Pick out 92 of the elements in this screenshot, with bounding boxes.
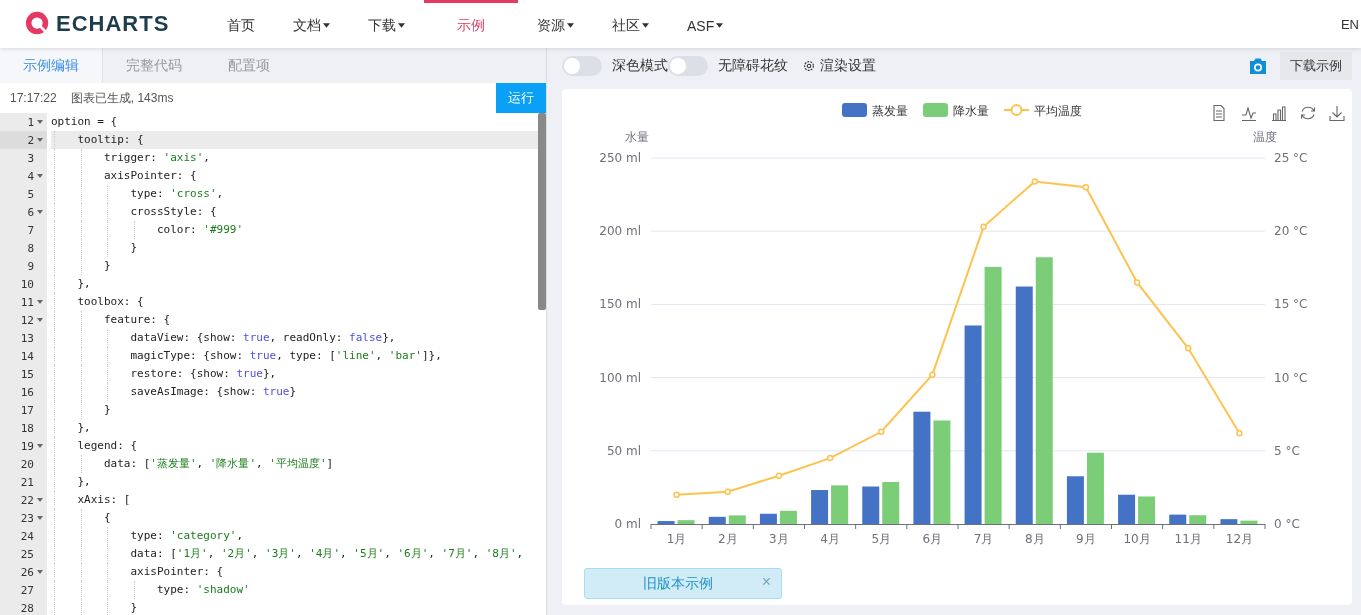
- code-line: },: [76, 277, 91, 290]
- code-line: data: ['1月', '2月', '3月', '4月', '5月', '6月', '7月', '8月',: [129, 547, 524, 560]
- line-number: 11: [20, 295, 34, 309]
- code-line: color: '#999': [155, 223, 244, 236]
- toggle-label: 深色模式: [612, 56, 668, 75]
- x-axis-label: 11月: [1174, 532, 1202, 546]
- code-line: {: [102, 511, 111, 524]
- legend-label: 降水量: [953, 104, 989, 118]
- line-number: 17: [20, 403, 34, 417]
- line-number: 21: [20, 475, 34, 489]
- toggle-label: 无障碍花纹: [718, 56, 788, 75]
- x-axis-label: 9月: [1076, 532, 1096, 546]
- code-line: }: [102, 259, 111, 272]
- code-line: restore: {show: true},: [129, 367, 277, 380]
- code-line: legend: {: [76, 439, 138, 452]
- line-number: 28: [20, 601, 34, 615]
- y-axis-label: 200 ml: [599, 224, 641, 239]
- line-number: 27: [20, 583, 34, 597]
- x-axis-label: 5月: [871, 532, 892, 546]
- line-number: 7: [27, 223, 34, 237]
- code-line: data: ['蒸发量', '降水量', '平均温度']: [102, 457, 334, 470]
- y-axis-label: 50 ml: [606, 443, 641, 458]
- line-number: 20: [20, 457, 34, 471]
- code-line: dataView: {show: true, readOnly: false},: [129, 331, 396, 344]
- code-line: }: [129, 241, 138, 254]
- y-axis-label: 0 °C: [1274, 517, 1300, 531]
- code-line: feature: {: [102, 313, 171, 326]
- line-number: 18: [20, 421, 34, 435]
- line-number: 22: [20, 493, 34, 507]
- line-number: 25: [20, 547, 34, 561]
- status-message: 图表已生成, 143ms: [70, 89, 174, 107]
- line-number: 12: [20, 313, 34, 327]
- line-number: 16: [20, 385, 34, 399]
- code-line: tooltip: {: [76, 133, 144, 146]
- axis-title: 水量: [625, 130, 649, 144]
- y-axis-label: 0 ml: [614, 517, 641, 531]
- code-line: },: [76, 421, 91, 434]
- x-axis-label: 3月: [769, 532, 789, 546]
- x-axis-label: 2月: [717, 532, 738, 546]
- line-number: 26: [20, 565, 34, 579]
- logo-text: ECHARTS: [56, 11, 170, 37]
- line-number: 10: [20, 277, 34, 291]
- line-number: 14: [20, 349, 34, 363]
- line-number: 13: [20, 331, 34, 345]
- code-line: type: 'category',: [129, 529, 244, 542]
- code-line: saveAsImage: {show: true}: [129, 385, 297, 398]
- code-line: axisPointer: {: [102, 169, 197, 182]
- line-number: 15: [20, 367, 34, 381]
- axis-title: 温度: [1253, 130, 1277, 144]
- x-axis-label: 10月: [1123, 532, 1151, 546]
- code-line: trigger: 'axis',: [102, 151, 210, 164]
- y-axis-label: 15 °C: [1274, 297, 1308, 312]
- line-number: 4: [27, 169, 34, 183]
- code-line: type: 'cross',: [129, 187, 224, 200]
- y-axis-label: 10 °C: [1274, 370, 1308, 385]
- y-axis-label: 150 ml: [599, 297, 641, 312]
- banner-text: 旧版本示例: [643, 574, 713, 593]
- line-number: 3: [27, 151, 34, 165]
- line-number: 24: [20, 529, 34, 543]
- code-line: xAxis: [: [76, 493, 131, 506]
- code-line: magicType: {show: true, type: ['line', 'bar']},: [129, 349, 442, 362]
- line-number: 6: [27, 205, 34, 219]
- y-axis-label: 100 ml: [599, 370, 641, 385]
- code-line: crossStyle: {: [129, 205, 217, 218]
- code-line: },: [76, 475, 91, 488]
- x-axis-label: 12月: [1225, 532, 1254, 546]
- line-number: 1: [27, 115, 34, 129]
- y-axis-label: 250 ml: [599, 151, 641, 165]
- x-axis-label: 1月: [666, 532, 687, 546]
- x-axis-label: 6月: [922, 532, 943, 546]
- line-number: 19: [20, 439, 34, 453]
- line-number: 23: [20, 511, 34, 525]
- code-line: }: [102, 403, 111, 416]
- render-settings-label: 渲染设置: [820, 56, 876, 75]
- line-number: 2: [27, 133, 34, 147]
- x-axis-label: 4月: [820, 532, 840, 546]
- y-axis-label: 20 °C: [1274, 224, 1308, 239]
- legend-label: 平均温度: [1034, 104, 1082, 118]
- line-number: 9: [27, 259, 34, 273]
- x-axis-label: 8月: [1024, 532, 1045, 546]
- line-number: 5: [27, 187, 34, 201]
- x-axis-label: 7月: [973, 532, 994, 546]
- line-number: 8: [27, 241, 34, 255]
- y-axis-label: 5 °C: [1274, 443, 1300, 458]
- code-line: type: 'shadow': [155, 583, 250, 596]
- status-time: 17:17:22: [10, 91, 57, 105]
- legend-label: 蒸发量: [872, 104, 908, 118]
- code-line: toolbox: {: [76, 295, 144, 308]
- code-line: }: [129, 601, 138, 614]
- y-axis-label: 25 °C: [1274, 151, 1308, 165]
- code-line: axisPointer: {: [129, 565, 224, 578]
- code-line: option = {: [51, 115, 118, 128]
